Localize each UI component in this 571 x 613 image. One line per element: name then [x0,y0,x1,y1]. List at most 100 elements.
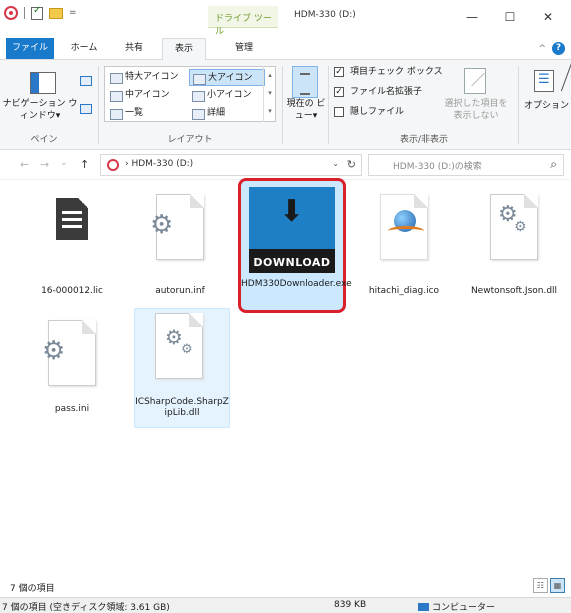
group-label-pane: ペイン [30,135,58,145]
file-item[interactable]: 16-000012.lic [22,190,122,310]
maximize-button[interactable]: ☐ [491,6,529,28]
file-item[interactable]: ⚙ pass.ini [22,316,122,426]
file-name: 16-000012.lic [41,286,103,296]
computer-icon [418,603,429,611]
layout-list[interactable]: 一覧 [107,105,187,122]
disk-info: 7 個の項目 (空きディスク領域: 3.61 GB) [2,603,170,613]
address-dropdown-icon[interactable]: ⌄ [332,159,339,168]
down-arrow-icon: ⬇ [279,194,305,229]
item-checkboxes-label: 項目チェック ボックス [350,67,443,77]
file-item-selected[interactable]: ⚙ ⚙ ICSharpCode.SharpZipLib.dll [134,308,230,428]
group-label-show-hide: 表示/非表示 [399,135,449,145]
up-icon[interactable]: ↑ [80,158,89,171]
file-item[interactable]: hitachi_diag.ico [354,190,454,310]
file-extensions-option[interactable]: ✓ ファイル名拡張子 [334,84,422,100]
item-count: 7 個の項目 [10,584,55,594]
navigation-pane-button[interactable]: ナビゲーション ウィンドウ▾ [2,98,78,122]
group-label-layout: レイアウト [167,135,213,145]
layout-extra-large-icons[interactable]: 特大アイコン [107,69,187,86]
file-name: hitachi_diag.ico [368,286,440,296]
layout-large-icons[interactable]: 大アイコン [189,69,265,86]
layout-gallery-scroll[interactable]: ▴ ▾ ▾ [263,66,276,122]
group-divider [98,66,99,144]
drive-tools-label: ドライブ ツール [215,14,272,37]
preview-pane-icon[interactable] [80,76,92,86]
ribbon: ナビゲーション ウィンドウ▾ ペイン 特大アイコン 大アイコン 中アイコン 小ア… [0,60,571,150]
address-row: ← → ⌄ ↑ › HDM-330 (D:) ⌄ ↻ HDM-330 (D:)の… [0,150,571,180]
breadcrumb[interactable]: › HDM-330 (D:) [125,159,193,169]
minimize-button[interactable]: — [453,6,491,28]
file-item[interactable]: ⚙ ⚙ Newtonsoft.Json.dll [464,190,564,320]
group-divider [328,66,329,144]
file-item-highlighted[interactable]: ⬇ DOWNLOAD HDM330Downloader.exe [238,178,352,313]
gear-icon: ⚙ [42,336,66,366]
status-bar: 7 個の項目 ☷ ▦ [0,575,571,597]
navigation-pane-icon[interactable] [30,72,56,94]
text-document-icon [30,190,114,280]
search-input[interactable]: HDM-330 (D:)の検索 [393,159,482,172]
drive-icon [4,6,18,20]
customize-toolbar-dropdown[interactable]: = [69,8,77,18]
quick-access-toolbar: = [4,5,77,20]
globe-swoosh [388,226,424,236]
tab-file[interactable]: ファイル [6,38,54,59]
layout-gallery: 特大アイコン 大アイコン 中アイコン 小アイコン 一覧 詳細 [104,66,276,122]
download-label: DOWNLOAD [253,256,331,269]
ico-file-thumbnail [362,190,446,280]
hidden-items-checkbox[interactable] [334,107,344,117]
tab-drive-tools: ドライブ ツール [208,6,278,37]
settings-file-icon: ⚙ ⚙ [472,190,556,280]
item-checkboxes-option[interactable]: ✓ 項目チェック ボックス [334,64,443,80]
settings-file-icon: ⚙ [30,316,114,406]
file-name: Newtonsoft.Json.dll [470,286,558,296]
location-text: コンピューター [432,603,496,613]
tab-view[interactable]: 表示 [162,38,206,61]
tab-manage[interactable]: 管理 [216,38,272,59]
current-view-button[interactable]: 現在の ビュー▾ [284,98,328,122]
file-name: HDM330Downloader.exe [241,279,352,289]
file-name: ICSharpCode.SharpZipLib.dll [135,397,229,418]
search-box[interactable]: HDM-330 (D:)の検索 ⌕ [368,154,564,176]
bottom-status-bar: 7 個の項目 (空きディスク領域: 3.61 GB) 839 KB コンピュータ… [0,597,571,613]
file-extensions-checkbox[interactable]: ✓ [334,87,344,97]
hide-selected-icon [464,68,486,94]
properties-icon[interactable] [31,5,43,20]
layout-details[interactable]: 詳細 [189,105,265,122]
window-controls: — ☐ ✕ [453,6,567,28]
tab-home[interactable]: ホーム [62,38,106,59]
collapse-ribbon-icon[interactable]: ^ [538,44,546,54]
tab-share[interactable]: 共有 [114,38,154,59]
help-icon[interactable]: ? [552,42,565,55]
view-switcher: ☷ ▦ [533,578,565,593]
options-button[interactable]: オプション [524,98,569,111]
forward-icon[interactable]: → [40,158,49,171]
refresh-icon[interactable]: ↻ [347,158,356,171]
hidden-items-option[interactable]: 隠しファイル [334,104,404,120]
search-icon[interactable]: ⌕ [550,157,557,172]
file-name: pass.ini [54,404,90,414]
location-label: コンピューター [418,600,495,613]
layout-medium-icons[interactable]: 中アイコン [107,87,187,104]
current-view-icon[interactable] [292,66,318,98]
settings-file-icon: ⚙ [138,190,222,280]
window-title: HDM-330 (D:) [294,10,356,20]
file-name: autorun.inf [155,286,205,296]
close-button[interactable]: ✕ [529,6,567,28]
drive-icon [107,159,119,171]
options-icon[interactable] [534,70,554,92]
back-icon[interactable]: ← [20,158,29,171]
layout-small-icons[interactable]: 小アイコン [189,87,265,104]
group-divider [518,66,519,144]
file-item[interactable]: ⚙ autorun.inf [130,190,230,310]
item-checkboxes-checkbox[interactable]: ✓ [334,67,344,77]
ribbon-tabs: ファイル ホーム 共有 表示 管理 ^ ? [0,38,571,61]
address-bar[interactable]: › HDM-330 (D:) ⌄ ↻ [100,154,362,176]
new-folder-icon[interactable] [49,7,63,19]
gear-icon: ⚙ [514,219,527,235]
large-icons-view-icon[interactable]: ▦ [550,578,565,593]
title-bar: = ドライブ ツール HDM-330 (D:) — ☐ ✕ [0,0,571,38]
globe-icon [388,208,424,238]
recent-locations-icon[interactable]: ⌄ [60,158,68,168]
details-pane-icon[interactable] [80,104,92,114]
details-view-icon[interactable]: ☷ [533,578,548,593]
